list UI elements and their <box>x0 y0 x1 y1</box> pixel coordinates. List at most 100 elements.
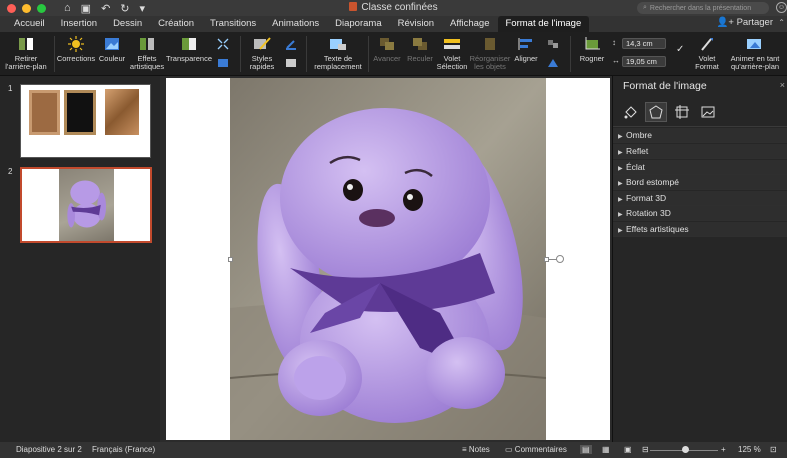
remove-background-button[interactable]: Retirer l'arrière-plan <box>4 36 48 71</box>
effect-ombre[interactable]: ▶ Ombre <box>613 128 787 143</box>
search-icon: ⌕ <box>643 4 647 11</box>
slide-thumbnail-1[interactable] <box>20 84 151 158</box>
zoom-level[interactable]: 125 % <box>738 445 761 454</box>
customize-toolbar-icon[interactable]: ▾ <box>140 2 146 15</box>
slide-thumbnail-2[interactable] <box>20 167 152 243</box>
expand-arrow-icon: ▶ <box>618 150 623 156</box>
tab-creation[interactable]: Création <box>150 16 202 32</box>
color-button[interactable]: Couleur <box>96 36 128 63</box>
tab-affichage[interactable]: Affichage <box>442 16 497 32</box>
tab-dessin[interactable]: Dessin <box>105 16 150 32</box>
tab-insertion[interactable]: Insertion <box>53 16 105 32</box>
language-indicator[interactable]: Français (France) <box>92 445 155 454</box>
effect-bord-estompe[interactable]: ▶ Bord estompé <box>613 175 787 190</box>
bring-forward-button[interactable]: Avancer <box>370 36 404 63</box>
normal-view-icon[interactable]: ▤ <box>580 445 592 454</box>
title-bar: ⌂ ▣ ↶ ↻ ▾ Classe confinées ⌕ Rechercher d… <box>0 0 787 16</box>
redo-icon[interactable]: ↻ <box>120 2 129 15</box>
quick-styles-button[interactable]: Styles rapides <box>244 36 280 71</box>
notes-button[interactable]: ≡ Notes <box>462 445 490 454</box>
alt-text-button[interactable]: Texte de remplacement <box>310 36 366 71</box>
tab-revision[interactable]: Révision <box>390 16 442 32</box>
picture-border-button[interactable] <box>282 36 300 55</box>
undo-icon[interactable]: ↶ <box>101 2 110 15</box>
tab-accueil[interactable]: Accueil <box>6 16 53 32</box>
tab-animations[interactable]: Animations <box>264 16 327 32</box>
fit-to-window-icon[interactable]: ⊡ <box>770 445 777 454</box>
pen-icon <box>282 36 300 52</box>
effect-eclat[interactable]: ▶ Éclat <box>613 160 787 175</box>
transparency-button[interactable]: Transparence <box>166 36 212 63</box>
effects-icon[interactable] <box>645 102 667 122</box>
tab-transitions[interactable]: Transitions <box>202 16 264 32</box>
rotate-handle-icon[interactable] <box>556 255 564 263</box>
search-input[interactable]: Rechercher dans la présentation <box>650 5 751 12</box>
sun-icon <box>67 36 85 52</box>
help-icon[interactable]: ☺ <box>776 2 787 13</box>
bring-forward-icon <box>378 36 396 52</box>
align-button[interactable]: Aligner <box>512 36 540 63</box>
zoom-slider-handle[interactable] <box>681 446 689 453</box>
picture-icon[interactable] <box>697 102 719 122</box>
window-controls <box>7 3 46 13</box>
format-pane-button[interactable]: Volet Format <box>692 36 722 71</box>
transparency-icon <box>180 36 198 52</box>
selection-pane-button[interactable]: Volet Sélection <box>436 36 468 71</box>
send-backward-button[interactable]: Reculer <box>404 36 436 63</box>
effect-reflet[interactable]: ▶ Reflet <box>613 144 787 159</box>
share-button[interactable]: 👤+ Partager <box>717 17 773 28</box>
expand-arrow-icon: ▶ <box>618 181 623 187</box>
change-picture-icon <box>214 55 232 71</box>
size-properties-icon[interactable] <box>671 102 693 122</box>
fill-line-icon[interactable] <box>619 102 641 122</box>
corrections-button[interactable]: Corrections <box>56 36 96 63</box>
zoom-window-button[interactable] <box>37 3 46 13</box>
reorder-icon <box>481 36 499 52</box>
rotate-icon <box>544 55 562 71</box>
home-icon[interactable]: ⌂ <box>64 2 71 14</box>
current-slide[interactable] <box>166 78 610 440</box>
reorder-objects-button[interactable]: Réorganiser les objets <box>468 36 512 71</box>
rotate-button[interactable] <box>544 55 562 74</box>
group-objects-button[interactable] <box>544 36 562 55</box>
close-window-button[interactable] <box>7 3 16 13</box>
effect-format-3d[interactable]: ▶ Format 3D <box>613 191 787 206</box>
width-input[interactable]: 19,05 cm <box>622 56 666 67</box>
tab-diaporama[interactable]: Diaporama <box>327 16 389 32</box>
black-box-image <box>64 90 96 135</box>
ribbon-separator <box>368 36 369 72</box>
brush-icon <box>698 36 716 52</box>
change-picture-button[interactable] <box>214 55 232 74</box>
search-box[interactable]: ⌕ Rechercher dans la présentation <box>637 2 769 14</box>
tab-format-image[interactable]: Format de l'image <box>497 16 590 32</box>
comments-button[interactable]: ▭ Commentaires <box>505 445 567 454</box>
ribbon-separator <box>306 36 307 72</box>
zoom-in-icon[interactable]: + <box>721 445 726 454</box>
height-input[interactable]: 14,3 cm <box>622 38 666 49</box>
effect-rotation-3d[interactable]: ▶ Rotation 3D <box>613 206 787 221</box>
wooden-box-image <box>105 89 139 135</box>
save-icon[interactable]: ▣ <box>81 2 91 15</box>
height-icon: ↕ <box>612 38 616 47</box>
slide-sorter-icon[interactable]: ▦ <box>602 445 610 454</box>
bunny-picture[interactable] <box>230 78 546 440</box>
notes-icon: ≡ <box>462 445 467 454</box>
collapse-ribbon-icon[interactable]: ⌃ <box>778 18 785 27</box>
minimize-window-button[interactable] <box>22 3 31 13</box>
picture-effects-button[interactable] <box>282 55 300 74</box>
slide-editor <box>160 76 612 442</box>
compress-pictures-button[interactable] <box>214 36 232 55</box>
align-icon <box>517 36 535 52</box>
expand-arrow-icon: ▶ <box>618 228 623 234</box>
artistic-effects-button[interactable]: Effets artistiques <box>128 36 166 71</box>
reading-view-icon[interactable]: ▣ <box>624 445 632 454</box>
crop-button[interactable]: Rogner <box>576 36 608 63</box>
lock-aspect-icon[interactable]: ✓ <box>676 44 684 55</box>
resize-handle-left[interactable] <box>228 257 233 262</box>
alt-text-icon <box>329 36 347 52</box>
effect-artistiques[interactable]: ▶ Effets artistiques <box>613 222 787 237</box>
close-pane-icon[interactable]: × <box>780 80 785 90</box>
pane-title: Format de l'image <box>623 80 707 92</box>
slideshow-icon[interactable]: ⊟ <box>642 445 649 454</box>
animate-background-button[interactable]: Animer en tant qu'arrière-plan <box>726 36 784 71</box>
